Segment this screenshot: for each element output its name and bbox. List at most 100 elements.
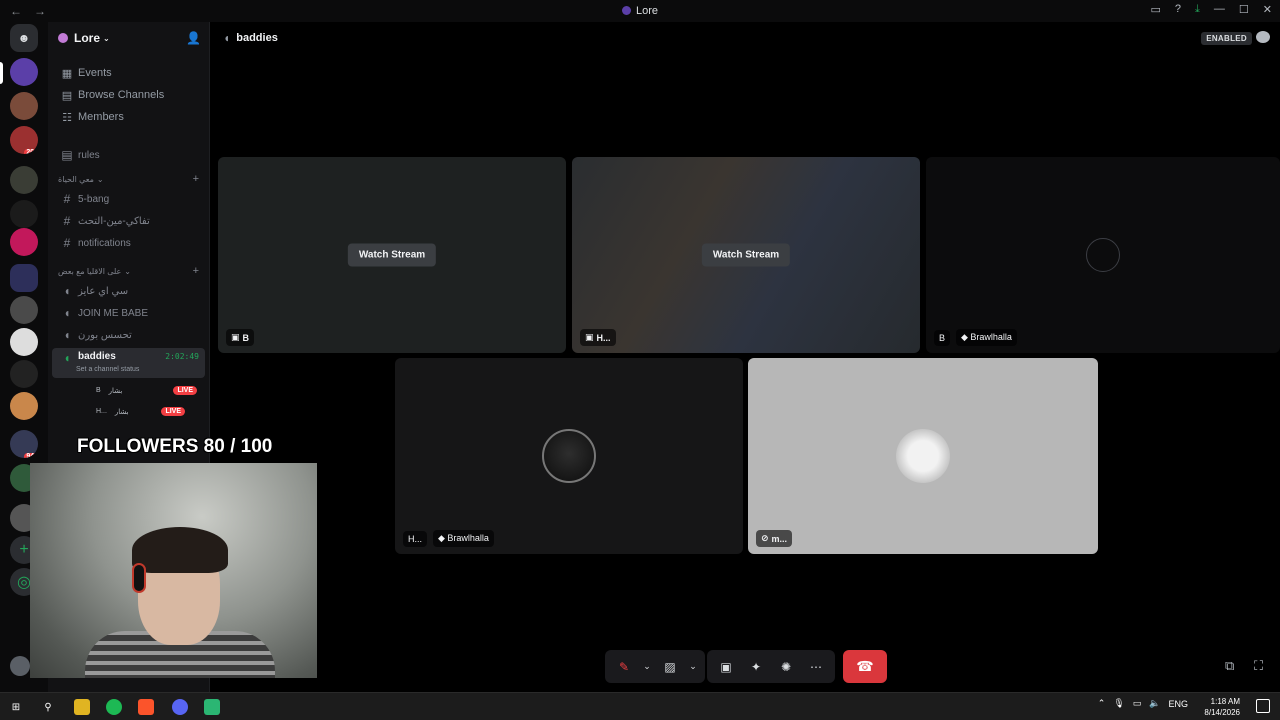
webcam-overlay [30,463,317,678]
guild-header[interactable]: Lore ⌄ 👤 [48,22,209,54]
channel-text-2[interactable]: # تفاكي-مين-التحث [48,210,209,232]
server-2[interactable] [10,92,38,120]
system-tray: ⌃ 🎙 ▭ 🔈 ENG [1098,698,1188,709]
server-4[interactable] [10,166,38,194]
server-8[interactable] [10,328,38,356]
more-options-icon[interactable]: ⋯ [803,654,829,680]
home-button[interactable]: ☻ [10,24,38,52]
server-9[interactable] [10,360,38,388]
user-tag: B [934,330,951,346]
channel-header: ◖ baddies ENABLED [211,22,1280,54]
search-icon[interactable]: ⚲ [40,699,56,715]
brave-browser-icon[interactable] [138,699,154,715]
watch-stream-button[interactable]: Watch Stream [701,243,791,267]
hashtag-icon: # [63,236,71,250]
screen-share-icon: ▣ [585,332,594,342]
server-3[interactable]: 206 [10,126,38,154]
server-hc[interactable] [10,296,38,324]
help-icon[interactable]: ? [1175,3,1181,16]
discord-taskbar-icon[interactable] [172,699,188,715]
live-badge: LIVE [161,407,185,416]
inbox-icon[interactable]: ▭ [1151,3,1161,16]
stream-tile-4[interactable]: H... ◆ Brawlhalla [395,358,743,554]
mention-badge: 206 [24,149,38,154]
voice-channel-2[interactable]: ◖ JOIN ME BABE [48,302,209,324]
user-tag: H... [403,531,428,547]
category-1[interactable]: معي الحياة ⌄ + [48,170,209,188]
chevron-down-icon: ⌄ [103,33,110,43]
screen-share-icon[interactable]: ▣ [713,654,739,680]
network-icon[interactable]: ▭ [1133,698,1142,709]
user-placeholder-icon [1086,238,1120,272]
voice-user-2[interactable]: H... بشار LIVE [48,401,209,422]
stream-tile-5[interactable]: ⊘ m... [748,358,1098,554]
fullscreen-icon[interactable]: ⛶ [1254,658,1263,674]
enabled-badge[interactable]: ENABLED [1201,32,1252,45]
stream-tile-3[interactable]: B ◆ Brawlhalla [926,157,1280,353]
notification-icon[interactable] [1256,699,1270,713]
server-lore[interactable] [10,58,38,86]
title-bar: ← → Lore ▭ ? ⤓ — ☐ ✕ [0,0,1280,22]
headset-icon [132,563,146,593]
language-indicator[interactable]: ENG [1168,699,1188,709]
speaker-icon: ◖ [63,284,71,298]
chat-icon[interactable] [1256,31,1270,43]
activities-icon[interactable]: ✦ [743,654,769,680]
nav-events[interactable]: ▦ Events [48,62,209,84]
user-avatar-bottom[interactable] [10,656,30,676]
popout-icon[interactable]: ⧉ [1225,658,1234,674]
chevron-down-icon[interactable]: ⌄ [687,654,699,680]
user-tag: ⊘ m... [756,530,793,547]
call-actions: ▣ ✦ ✺ ⋯ [707,650,835,683]
voice-channel-active[interactable]: ◖ baddies 2:02:49 Set a channel status [52,348,205,378]
chevron-up-icon[interactable]: ⌃ [1098,698,1106,709]
windows-taskbar: ⊞ ⚲ ⌃ 🎙 ▭ 🔈 ENG 1:18 AM 8/14/2026 [0,692,1280,720]
clock[interactable]: 1:18 AM 8/14/2026 [1204,696,1240,718]
create-channel-icon[interactable]: + [193,173,199,185]
camera-off-icon[interactable]: ▨ [657,654,683,680]
rules-icon: ▤ [61,148,73,162]
disconnect-button[interactable]: ☎ [843,650,887,683]
nav-members[interactable]: ☷ Members [48,106,209,128]
close-button[interactable]: ✕ [1263,3,1272,16]
server-6[interactable] [10,228,38,256]
folder-icon[interactable] [10,264,38,292]
app-icon[interactable] [204,699,220,715]
hashtag-icon: # [63,192,71,206]
stream-tile-1[interactable]: Watch Stream ▣ B [218,157,566,353]
soundboard-icon[interactable]: ✺ [773,654,799,680]
windows-start-icon[interactable]: ⊞ [8,699,24,715]
watch-stream-button[interactable]: Watch Stream [347,243,437,267]
speaker-icon: ◖ [63,351,71,365]
maximize-button[interactable]: ☐ [1239,3,1249,16]
server-icon [621,6,631,15]
live-badge: LIVE [173,386,197,395]
channel-text-1[interactable]: #5-bang [48,188,209,210]
stream-tile-2[interactable]: Watch Stream ▣ H... [572,157,920,353]
chevron-down-icon: ⌄ [124,266,131,276]
file-explorer-icon[interactable] [74,699,90,715]
voice-channel-3[interactable]: ◖ تحسس بورن [48,324,209,346]
server-5[interactable] [10,200,38,228]
create-channel-icon[interactable]: + [193,265,199,277]
calendar-icon: ▦ [61,67,73,80]
mic-muted-icon[interactable]: ✎ [611,654,637,680]
channel-text-3[interactable]: # notifications [48,232,209,254]
chevron-down-icon[interactable]: ⌄ [641,654,653,680]
speaker-icon: ◖ [223,31,231,45]
channel-rules[interactable]: ▤ rules [48,144,209,166]
nav-browse-channels[interactable]: ▤ Browse Channels [48,84,209,106]
volume-icon[interactable]: 🔈 [1149,698,1160,709]
download-icon[interactable]: ⤓ [1195,3,1200,16]
microphone-icon[interactable]: 🎙 [1113,698,1124,709]
voice-user-1[interactable]: B بشار LIVE [48,380,209,401]
minimize-button[interactable]: — [1214,3,1225,16]
server-11[interactable]: 940 [10,430,38,458]
invite-people-icon[interactable]: 👤 [186,31,201,45]
screen-share-icon: ▣ [231,332,240,342]
category-2[interactable]: على الاقليا مع بعض ⌄ + [48,262,209,280]
voice-channel-1[interactable]: ◖ سي اي عايز [48,280,209,302]
server-10[interactable] [10,392,38,420]
spotify-icon[interactable] [106,699,122,715]
browse-icon: ▤ [61,89,73,102]
